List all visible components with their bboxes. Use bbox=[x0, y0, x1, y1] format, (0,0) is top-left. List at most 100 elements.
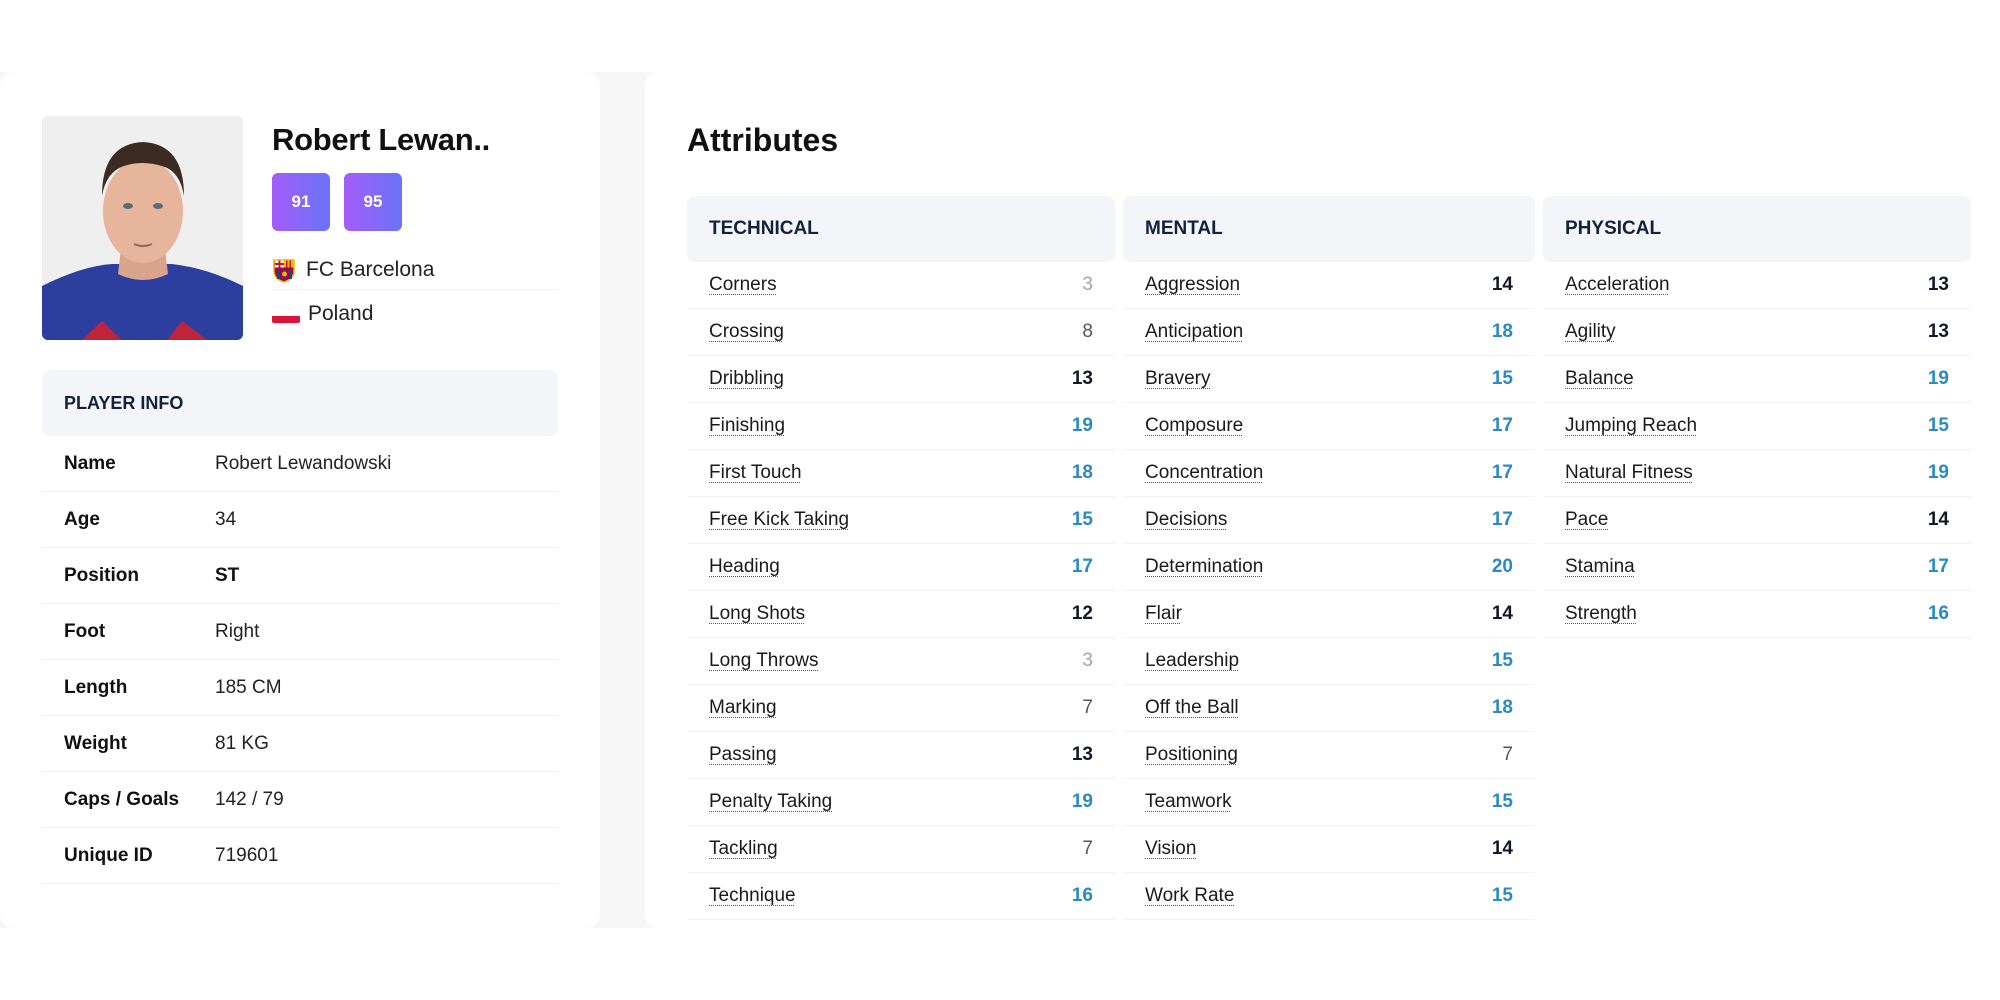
attribute-name[interactable]: Acceleration bbox=[1565, 274, 1670, 296]
attribute-value: 12 bbox=[1071, 603, 1093, 624]
attribute-row: Aggression 14 bbox=[1123, 262, 1535, 309]
info-label: Age bbox=[64, 508, 100, 530]
attribute-value: 15 bbox=[1491, 650, 1513, 671]
club-link[interactable]: FC Barcelona bbox=[272, 250, 558, 290]
attribute-name[interactable]: Technique bbox=[709, 885, 796, 907]
info-row-age: Age 34 bbox=[42, 492, 558, 548]
info-label: Unique ID bbox=[64, 844, 153, 866]
attribute-row: Tackling 7 bbox=[687, 826, 1115, 873]
current-ability-badge: 91 bbox=[272, 173, 330, 231]
info-row-foot: Foot Right bbox=[42, 604, 558, 660]
attribute-name[interactable]: Corners bbox=[709, 274, 777, 296]
attribute-name[interactable]: Natural Fitness bbox=[1565, 462, 1693, 484]
attribute-value: 19 bbox=[1071, 791, 1093, 812]
info-row-name: Name Robert Lewandowski bbox=[42, 436, 558, 492]
physical-column: PHYSICAL Acceleration 13 Agility 13 Balance 1… bbox=[1543, 196, 1971, 920]
attribute-value: 20 bbox=[1491, 556, 1513, 577]
attribute-row: Decisions 17 bbox=[1123, 497, 1535, 544]
attribute-name[interactable]: Dribbling bbox=[709, 368, 784, 390]
info-label: Weight bbox=[64, 732, 127, 754]
attribute-value: 7 bbox=[1502, 744, 1513, 765]
attribute-name[interactable]: Free Kick Taking bbox=[709, 509, 849, 531]
mental-header: MENTAL bbox=[1123, 196, 1535, 262]
info-label: Position bbox=[64, 564, 139, 586]
attribute-name[interactable]: Decisions bbox=[1145, 509, 1227, 531]
attribute-row: Pace 14 bbox=[1543, 497, 1971, 544]
attribute-name[interactable]: Concentration bbox=[1145, 462, 1263, 484]
attribute-name[interactable]: Jumping Reach bbox=[1565, 415, 1697, 437]
attribute-name[interactable]: Determination bbox=[1145, 556, 1263, 578]
attribute-value: 16 bbox=[1927, 603, 1949, 624]
info-label: Name bbox=[64, 452, 116, 474]
attribute-name[interactable]: Aggression bbox=[1145, 274, 1240, 296]
attribute-name[interactable]: Balance bbox=[1565, 368, 1634, 390]
info-row-weight: Weight 81 KG bbox=[42, 716, 558, 772]
info-value: 185 CM bbox=[215, 676, 282, 698]
attribute-value: 13 bbox=[1927, 321, 1949, 342]
attribute-columns: TECHNICAL Corners 3 Crossing 8 Dribbling 13 Fi… bbox=[687, 196, 1971, 920]
country-link[interactable]: Poland bbox=[272, 294, 558, 334]
attribute-row: Dribbling 13 bbox=[687, 356, 1115, 403]
info-value: 81 KG bbox=[215, 732, 269, 754]
attribute-name[interactable]: Tackling bbox=[709, 838, 778, 860]
attribute-name[interactable]: Long Throws bbox=[709, 650, 819, 672]
attribute-value: 3 bbox=[1082, 274, 1093, 295]
attribute-name[interactable]: Teamwork bbox=[1145, 791, 1232, 813]
attribute-name[interactable]: Bravery bbox=[1145, 368, 1210, 390]
attribute-value: 19 bbox=[1927, 462, 1949, 483]
attribute-name[interactable]: Anticipation bbox=[1145, 321, 1243, 343]
attribute-name[interactable]: First Touch bbox=[709, 462, 802, 484]
info-value: Right bbox=[215, 620, 260, 642]
info-label: Foot bbox=[64, 620, 106, 642]
attribute-value: 15 bbox=[1927, 415, 1949, 436]
attribute-value: 13 bbox=[1071, 368, 1093, 389]
attribute-value: 17 bbox=[1071, 556, 1093, 577]
attribute-name[interactable]: Heading bbox=[709, 556, 780, 578]
attribute-name[interactable]: Pace bbox=[1565, 509, 1608, 531]
attribute-name[interactable]: Agility bbox=[1565, 321, 1616, 343]
attribute-row: Corners 3 bbox=[687, 262, 1115, 309]
attribute-name[interactable]: Penalty Taking bbox=[709, 791, 832, 813]
mental-column: MENTAL Aggression 14 Anticipation 18 Bravery… bbox=[1123, 196, 1535, 920]
attribute-row: Finishing 19 bbox=[687, 403, 1115, 450]
attribute-name[interactable]: Passing bbox=[709, 744, 777, 766]
attribute-value: 15 bbox=[1491, 368, 1513, 389]
technical-header: TECHNICAL bbox=[687, 196, 1115, 262]
attribute-name[interactable]: Long Shots bbox=[709, 603, 805, 625]
info-value: ST bbox=[215, 564, 240, 586]
player-name: Robert Lewan.. bbox=[272, 122, 490, 157]
attribute-name[interactable]: Leadership bbox=[1145, 650, 1239, 672]
attribute-name[interactable]: Marking bbox=[709, 697, 777, 719]
attribute-name[interactable]: Flair bbox=[1145, 603, 1182, 625]
attribute-name[interactable]: Composure bbox=[1145, 415, 1243, 437]
attribute-value: 7 bbox=[1082, 838, 1093, 859]
info-row-position: Position ST bbox=[42, 548, 558, 604]
attribute-name[interactable]: Crossing bbox=[709, 321, 784, 343]
attribute-name[interactable]: Off the Ball bbox=[1145, 697, 1239, 719]
info-row-length: Length 185 CM bbox=[42, 660, 558, 716]
rating-badges: 91 95 bbox=[272, 173, 402, 231]
attribute-value: 18 bbox=[1491, 697, 1513, 718]
attribute-value: 14 bbox=[1491, 838, 1513, 859]
attribute-value: 14 bbox=[1491, 603, 1513, 624]
player-info-table: Name Robert Lewandowski Age 34 Position … bbox=[42, 436, 558, 884]
attribute-row: Stamina 17 bbox=[1543, 544, 1971, 591]
attribute-row: Strength 16 bbox=[1543, 591, 1971, 638]
attribute-row: Bravery 15 bbox=[1123, 356, 1535, 403]
attribute-name[interactable]: Stamina bbox=[1565, 556, 1635, 578]
attribute-row: First Touch 18 bbox=[687, 450, 1115, 497]
attribute-row: Acceleration 13 bbox=[1543, 262, 1971, 309]
attribute-name[interactable]: Finishing bbox=[709, 415, 785, 437]
attribute-name[interactable]: Vision bbox=[1145, 838, 1196, 860]
attribute-value: 7 bbox=[1082, 697, 1093, 718]
attribute-row: Passing 13 bbox=[687, 732, 1115, 779]
attribute-row: Positioning 7 bbox=[1123, 732, 1535, 779]
attribute-name[interactable]: Positioning bbox=[1145, 744, 1238, 766]
attribute-row: Off the Ball 18 bbox=[1123, 685, 1535, 732]
attribute-row: Long Throws 3 bbox=[687, 638, 1115, 685]
attribute-value: 19 bbox=[1927, 368, 1949, 389]
attribute-value: 17 bbox=[1491, 415, 1513, 436]
attribute-row: Technique 16 bbox=[687, 873, 1115, 920]
attribute-name[interactable]: Strength bbox=[1565, 603, 1637, 625]
attribute-name[interactable]: Work Rate bbox=[1145, 885, 1234, 907]
